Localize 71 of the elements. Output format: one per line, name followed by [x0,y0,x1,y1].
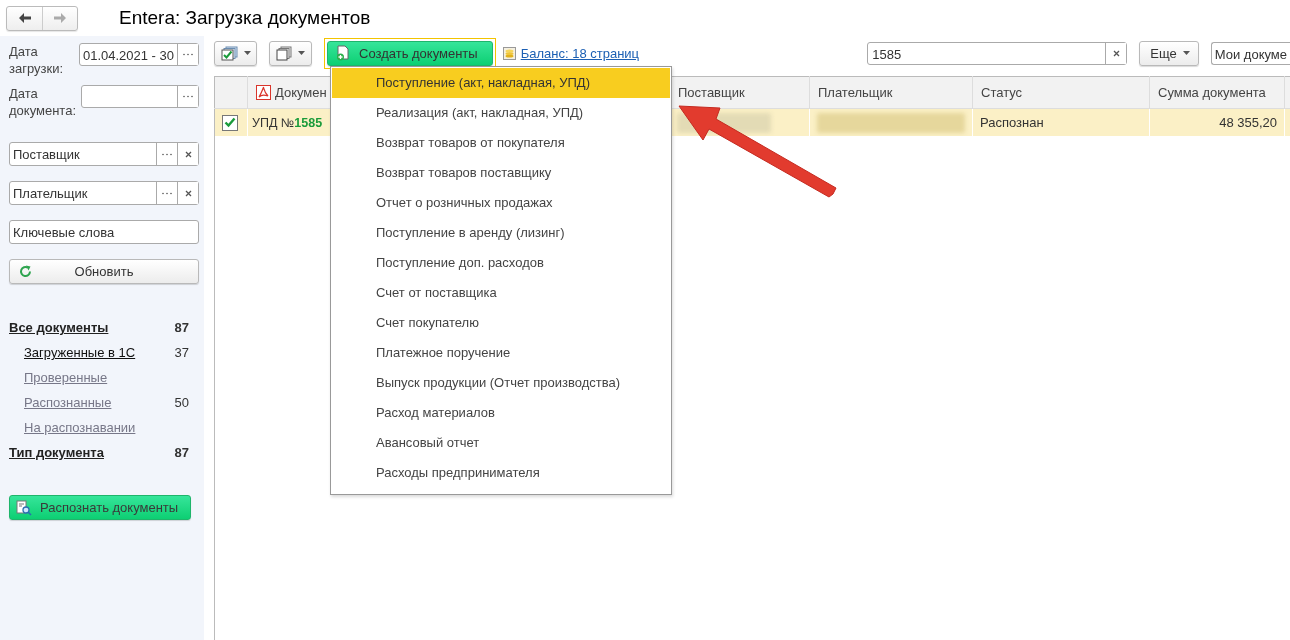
category-link[interactable]: Все документы [9,320,109,335]
menu-item[interactable]: Выпуск продукции (Отчет производства) [332,368,670,398]
ellipsis-icon [183,53,193,56]
check-icon [224,117,236,129]
count-label: 50 [174,395,189,410]
caret-icon [298,51,305,55]
field-label: Дата документа: [9,85,77,119]
new-document-icon [336,45,350,61]
select-all-button[interactable] [214,40,257,66]
menu-item[interactable]: Платежное поручение [332,338,670,368]
column-header[interactable]: Статус [981,85,1023,100]
category-link[interactable]: Распознанные [24,395,112,410]
menu-item[interactable]: Счет покупателю [332,308,670,338]
menu-item[interactable]: Авансовый отчет [332,428,670,458]
menu-item[interactable]: Реализация (акт, накладная, УПД) [332,98,670,128]
recognize-button[interactable]: Распознать документы [9,495,191,520]
refresh-button[interactable]: Обновить [9,259,199,284]
clear-button[interactable] [177,143,198,165]
document-search-icon [16,499,32,516]
ellipsis-icon [162,191,172,195]
stacked-squares-icon [276,45,292,61]
column-header[interactable]: Докумен [275,85,327,100]
count-label: 37 [174,345,189,360]
table-cell: Распознан [980,115,1044,130]
menu-item[interactable]: Поступление в аренду (лизинг) [332,218,670,248]
create-documents-button[interactable]: Создать документы [327,40,493,66]
ellipsis-icon [162,152,172,156]
checklist-icon [220,45,238,61]
clear-button[interactable] [177,182,198,204]
ellipsis-icon [183,95,193,98]
lookup-field[interactable]: Поставщик [9,142,199,166]
date-field[interactable] [81,85,199,108]
close-icon [1112,49,1120,57]
lookup-field[interactable]: Плательщик [9,181,199,205]
select-button[interactable] [177,86,198,107]
category-link[interactable]: Тип документа [9,445,104,460]
category-link[interactable]: Проверенные [24,370,108,385]
count-label: 87 [174,445,189,460]
search-field[interactable]: 1585 [867,41,1128,65]
menu-item[interactable]: Расходы предпринимателя [332,458,670,488]
caret-icon [1182,51,1190,55]
menu-item[interactable]: Поступление доп. расходов [332,248,670,278]
caret-icon [243,51,251,55]
menu-item[interactable]: Возврат товаров от покупателя [332,128,670,158]
menu-item[interactable]: Расход материалов [332,398,670,428]
clear-button[interactable] [1105,42,1127,64]
table-cell: 48 355,20 [1219,115,1277,130]
more-button[interactable]: Еще [1139,40,1199,66]
table-cell: УПД №1585 [252,115,323,130]
field-label: Дата загрузки: [9,43,65,77]
date-field[interactable]: 01.04.2021 - 30 [78,43,199,66]
category-link[interactable]: На распознавании [24,420,136,435]
arrow-icon [52,12,68,24]
refresh-icon [19,265,32,278]
menu-item[interactable]: Счет от поставщика [332,278,670,308]
menu-item[interactable]: Возврат товаров поставщику [332,158,670,188]
window-title: Entera: Загрузка документов [119,7,371,29]
menu-item[interactable]: Отчет о розничных продажах [332,188,670,218]
count-label: 87 [174,320,189,335]
select-button[interactable] [177,44,198,65]
menu-item[interactable]: Поступление (акт, накладная, УПД) [332,68,670,98]
copy-button[interactable] [269,40,312,66]
balance-link[interactable]: Баланс: 18 страниц [520,45,640,61]
pdf-icon [256,85,271,100]
category-link[interactable]: Загруженные в 1С [24,345,136,360]
coins-icon [502,46,516,60]
close-icon [184,189,192,197]
input-field[interactable]: Ключевые слова [9,220,199,244]
checkbox[interactable] [222,114,238,131]
view-select[interactable]: Мои докуме [1210,41,1290,65]
close-icon [184,150,192,158]
